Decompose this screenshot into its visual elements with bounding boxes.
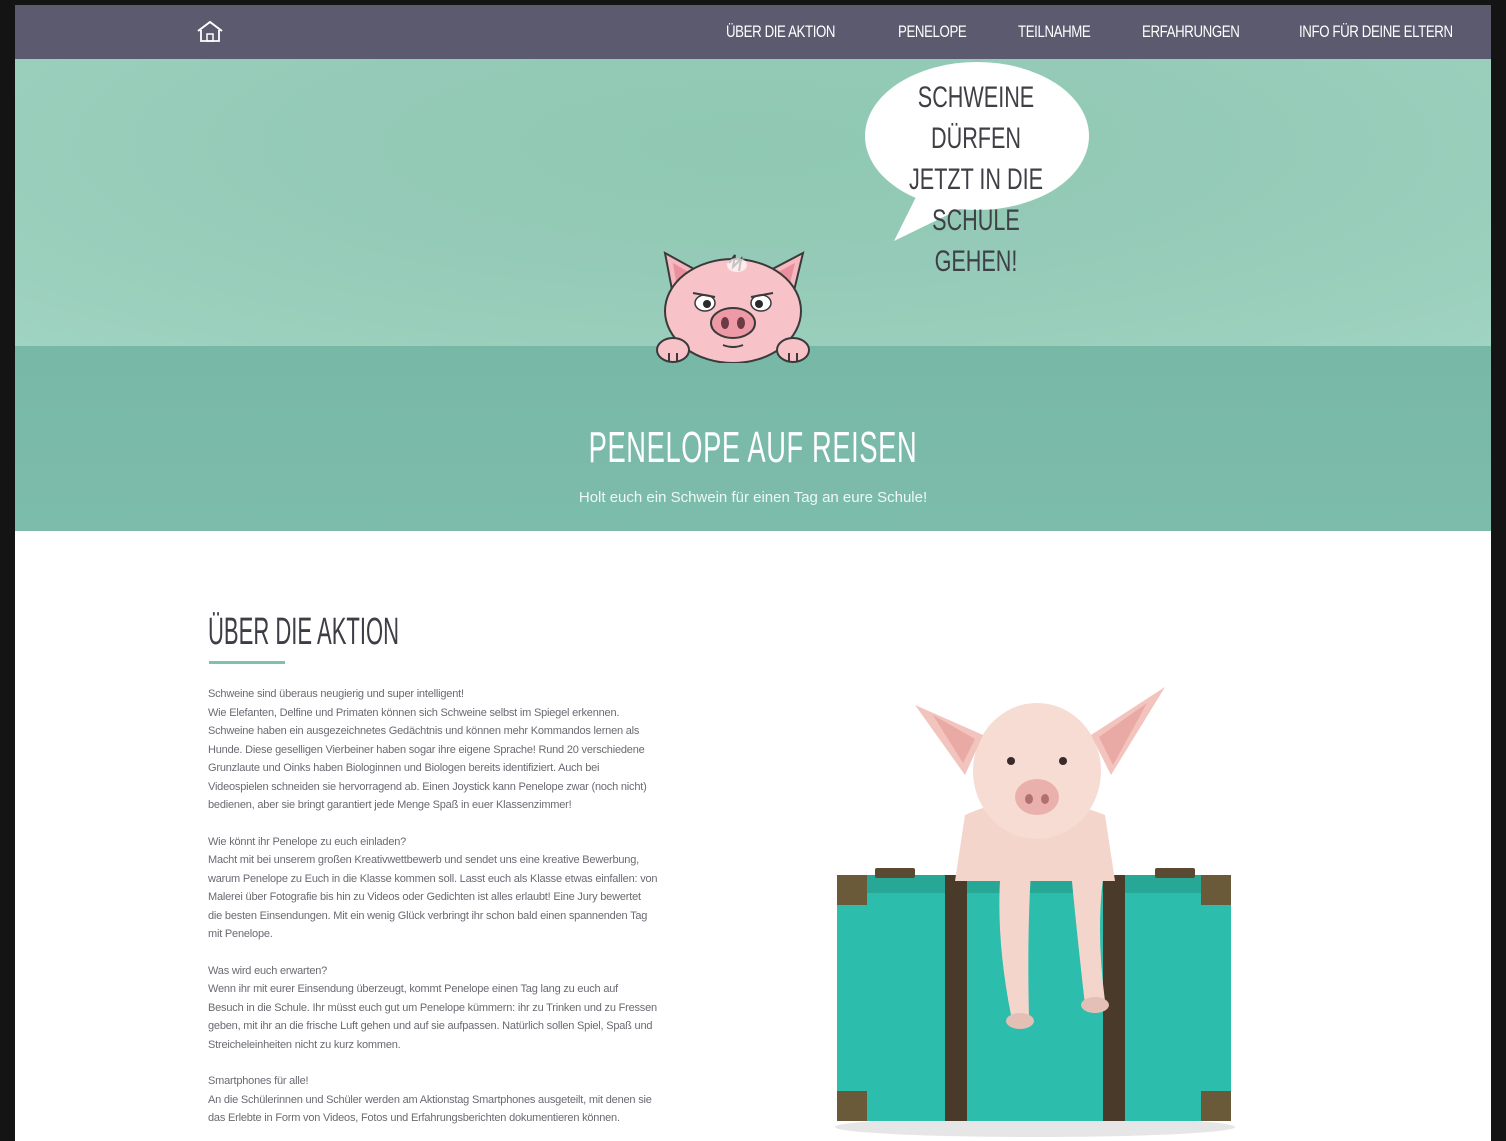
text-line: Macht mit bei unserem großen Kreativwett… [208, 854, 639, 866]
text-line: mit Penelope. [208, 928, 273, 940]
nav-item-ueber-die-aktion[interactable]: Über die Aktion [726, 22, 835, 42]
text-line: Wie könnt ihr Penelope zu euch einladen? [208, 835, 407, 848]
section-title: Über die Aktion [208, 611, 400, 653]
paragraph-erwarten: Was wird euch erwarten? Wenn ihr mit eur… [208, 962, 728, 1055]
text-line: warum Penelope zu Euch in die Klasse kom… [208, 872, 658, 885]
nav-menu: Über die Aktion Penelope Teilnahme Erfah… [726, 5, 1491, 59]
nav-item-teilnahme[interactable]: Teilnahme [1018, 22, 1091, 42]
hero-title: Penelope auf Reisen [588, 423, 918, 472]
nav-item-penelope[interactable]: Penelope [898, 22, 967, 42]
text-line: An die Schülerinnen und Schüler werden a… [208, 1093, 652, 1106]
cartoon-pig-illustration [656, 251, 810, 363]
section-body: Schweine sind überaus neugierig und supe… [208, 685, 728, 1141]
speech-bubble-text: Schweine dürfen jetzt in die Schule gehe… [896, 77, 1056, 282]
text-line: Wie Elefanten, Delfine und Primaten könn… [208, 706, 620, 719]
text-line: Hunde. Diese geselligen Vierbeiner haben… [208, 743, 645, 756]
text-line: die besten Einsendungen. Mit ein wenig G… [208, 909, 648, 922]
text-line: Schweine haben ein ausgezeichnetes Gedäc… [208, 725, 640, 737]
home-icon[interactable] [195, 20, 225, 44]
text-line: Was wird euch erwarten? [208, 964, 328, 977]
text-line: das Erlebte in Form von Videos, Fotos un… [208, 1112, 620, 1124]
paragraph-einladen: Wie könnt ihr Penelope zu euch einladen?… [208, 833, 728, 944]
hero-subtitle: Holt euch ein Schwein für einen Tag an e… [578, 489, 928, 506]
nav-item-erfahrungen[interactable]: Erfahrungen [1142, 22, 1240, 42]
text-line: Smartphones für alle! [208, 1075, 309, 1087]
text-line: Grunzlaute und Oinks haben Biologinnen u… [208, 762, 600, 774]
page-frame: Über die Aktion Penelope Teilnahme Erfah… [15, 5, 1491, 1141]
bubble-line: dürfen jetzt in die [908, 122, 1044, 196]
text-line: Malerei über Fotografie bis hin zu Video… [208, 891, 641, 903]
text-line: Schweine sind überaus neugierig und supe… [208, 688, 464, 700]
top-navigation: Über die Aktion Penelope Teilnahme Erfah… [15, 5, 1491, 59]
text-line: Videospielen schneiden sie hervorragend … [208, 780, 647, 793]
piglet-on-suitcase-photo [835, 687, 1235, 1137]
paragraph-intro: Schweine sind überaus neugierig und supe… [208, 685, 728, 815]
nav-item-info-eltern[interactable]: Info für deine Eltern [1299, 22, 1453, 42]
text-line: geben, mit ihr an die frische Luft gehen… [208, 1020, 653, 1032]
title-underline [209, 661, 285, 664]
bubble-line: Schule gehen! [932, 204, 1020, 278]
text-line: Streicheleinheiten nicht zu kurz kommen. [208, 1038, 401, 1051]
text-line: bedienen, aber sie bringt garantiert jed… [208, 799, 572, 811]
bubble-line: Schweine [917, 81, 1035, 114]
paragraph-smartphones: Smartphones für alle! An die Schülerinne… [208, 1072, 728, 1128]
text-line: Wenn ihr mit eurer Einsendung überzeugt,… [208, 983, 619, 995]
text-line: Besuch in die Schule. Ihr müsst euch gut… [208, 1001, 657, 1014]
